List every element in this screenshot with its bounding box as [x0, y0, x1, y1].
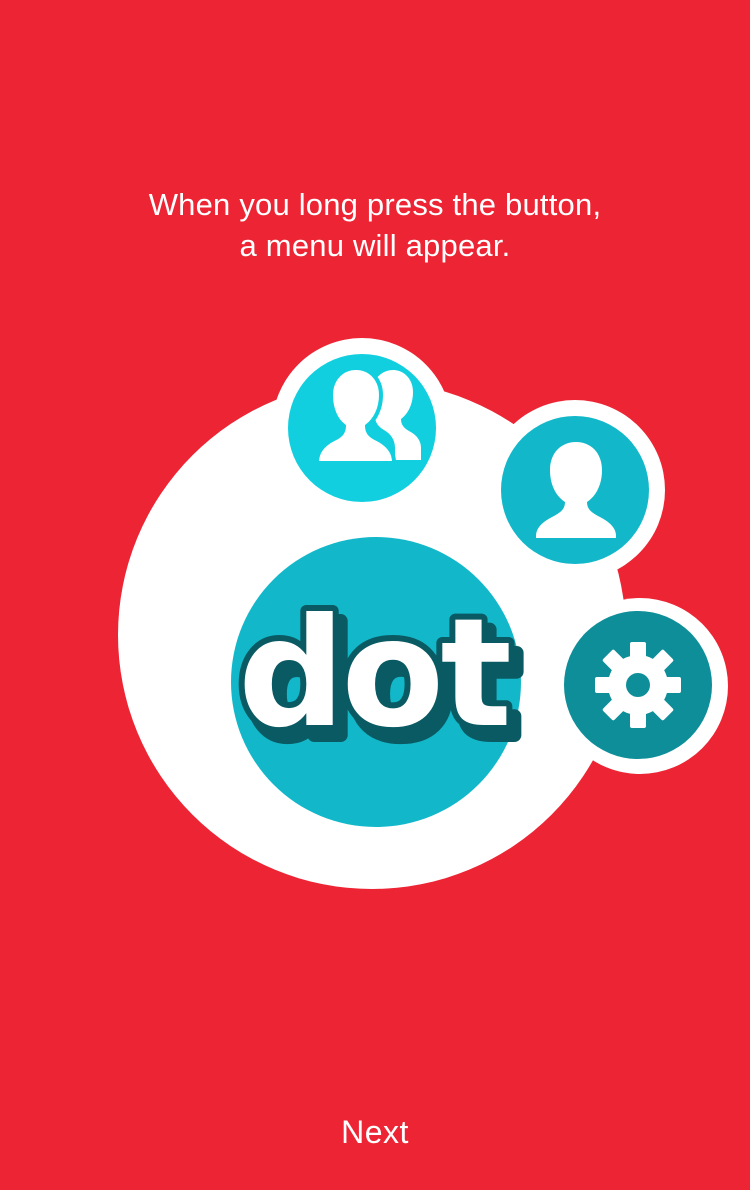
onboarding-screen: When you long press the button, a menu w…: [0, 0, 750, 1190]
dot-main-button[interactable]: dot dot: [231, 537, 528, 827]
menu-illustration: dot dot: [118, 338, 728, 889]
next-button[interactable]: Next: [275, 1104, 475, 1160]
gear-icon: [595, 642, 681, 728]
dot-logo-text: dot: [238, 587, 509, 761]
dot-logo: dot dot: [232, 581, 528, 778]
group-menu-button[interactable]: [288, 354, 436, 502]
user-menu-button[interactable]: [501, 416, 649, 564]
settings-menu-button[interactable]: [564, 611, 712, 759]
